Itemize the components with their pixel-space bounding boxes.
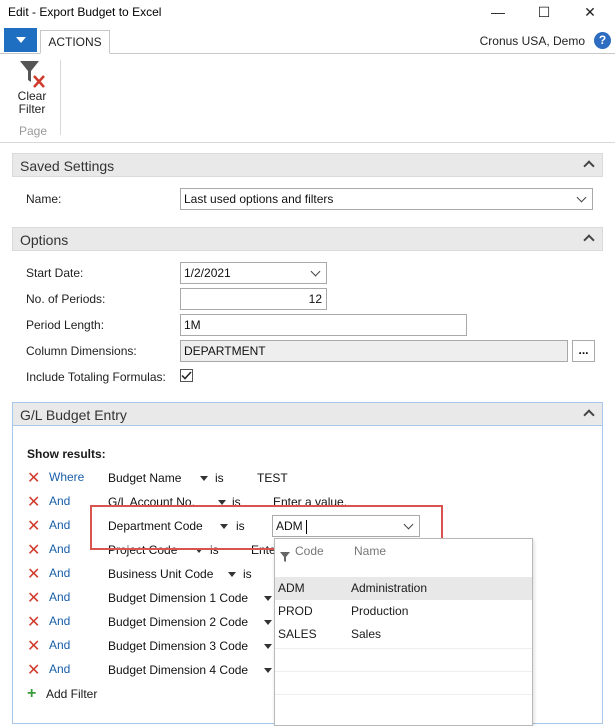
fasttab-caption: G/L Budget Entry <box>20 407 127 423</box>
field-dropdown-icon[interactable] <box>264 596 272 601</box>
field-dropdown-icon[interactable] <box>264 644 272 649</box>
department-lookup-dropdown[interactable]: Code Name ADM Administration PROD Produc… <box>274 538 533 726</box>
filter-conjunction: And <box>49 662 71 676</box>
remove-filter-icon[interactable]: ✕ <box>27 564 40 584</box>
periods-label: No. of Periods: <box>26 292 106 306</box>
filter-conjunction: And <box>49 614 71 628</box>
filter-field-name[interactable]: Budget Name <box>108 471 181 485</box>
remove-filter-icon[interactable]: ✕ <box>27 612 40 632</box>
fasttab-caption: Saved Settings <box>20 158 115 174</box>
app-menu-button[interactable] <box>4 28 37 52</box>
fasttab-saved-settings[interactable]: Saved Settings <box>12 153 603 177</box>
column-header-code[interactable]: Code <box>295 544 324 558</box>
assist-edit-button[interactable]: ... <box>572 340 595 362</box>
name-label: Name: <box>26 192 62 206</box>
maximize-button[interactable]: ☐ <box>521 0 567 26</box>
row-divider <box>275 648 532 649</box>
filter-field-name[interactable]: Budget Dimension 4 Code <box>108 663 248 677</box>
clear-filter-icon <box>20 61 45 88</box>
plus-icon: + <box>27 685 37 702</box>
remove-filter-icon[interactable]: ✕ <box>27 636 40 656</box>
filter-conjunction: And <box>49 566 71 580</box>
chevron-up-icon[interactable] <box>583 234 595 246</box>
chevron-down-icon <box>16 37 26 43</box>
filter-operator: is <box>243 567 252 581</box>
totaling-checkbox[interactable] <box>180 369 193 382</box>
name-select[interactable]: Last used options and filters <box>180 188 593 210</box>
filter-conjunction: And <box>49 494 71 508</box>
filter-conjunction: And <box>49 542 71 556</box>
totaling-label: Include Totaling Formulas: <box>26 370 166 384</box>
filter-field-name[interactable]: Budget Dimension 1 Code <box>108 591 248 605</box>
remove-filter-icon[interactable]: ✕ <box>27 660 40 680</box>
name-select-value: Last used options and filters <box>184 192 334 206</box>
period-length-field[interactable]: 1M <box>180 314 467 336</box>
clear-filter-label-2: Filter <box>18 102 46 116</box>
lookup-code: ADM <box>278 581 305 595</box>
show-results-label: Show results: <box>27 447 106 461</box>
filter-conjunction: And <box>49 518 71 532</box>
filter-operator: is <box>215 471 224 485</box>
department-code-input[interactable]: ADM <box>272 515 420 537</box>
lookup-row[interactable]: SALES Sales <box>275 623 532 646</box>
remove-filter-icon[interactable]: ✕ <box>27 540 40 560</box>
department-code-value: ADM <box>276 519 303 533</box>
lookup-header: Code Name <box>275 539 532 579</box>
lookup-code: PROD <box>278 604 313 618</box>
close-button[interactable]: ✕ <box>567 0 613 26</box>
filter-icon[interactable] <box>279 551 291 563</box>
minimize-button[interactable]: — <box>475 0 521 26</box>
chevron-up-icon[interactable] <box>583 160 595 172</box>
ribbon-group-label: Page <box>19 124 48 138</box>
tab-actions[interactable]: ACTIONS <box>40 30 110 54</box>
column-dimensions-label: Column Dimensions: <box>26 344 137 358</box>
field-dropdown-icon[interactable] <box>264 668 272 673</box>
add-filter-link[interactable]: Add Filter <box>46 687 97 701</box>
clear-filter-button[interactable]: Clear Filter <box>12 58 52 120</box>
chevron-down-icon <box>403 519 414 530</box>
lookup-row[interactable]: ADM Administration <box>275 577 532 600</box>
periods-field[interactable]: 12 <box>180 288 327 310</box>
lookup-row[interactable]: PROD Production <box>275 600 532 623</box>
fasttab-caption: Options <box>20 232 69 248</box>
lookup-name: Production <box>351 604 409 618</box>
remove-filter-icon[interactable]: ✕ <box>27 492 40 512</box>
help-icon[interactable]: ? <box>594 32 611 49</box>
fasttab-options[interactable]: Options <box>12 227 603 251</box>
ribbon-panel <box>0 55 615 143</box>
start-date-label: Start Date: <box>26 266 84 280</box>
ribbon-divider <box>60 60 61 135</box>
text-cursor <box>306 519 308 534</box>
filter-field-name[interactable]: Budget Dimension 2 Code <box>108 615 248 629</box>
window-title: Edit - Export Budget to Excel <box>8 5 162 19</box>
remove-filter-icon[interactable]: ✕ <box>27 516 40 536</box>
chevron-down-icon <box>310 266 321 277</box>
filter-value[interactable]: TEST <box>257 471 288 485</box>
start-date-value: 1/2/2021 <box>184 266 231 280</box>
field-dropdown-icon[interactable] <box>200 476 208 481</box>
field-dropdown-icon[interactable] <box>228 572 236 577</box>
remove-filter-icon[interactable]: ✕ <box>27 588 40 608</box>
remove-filter-icon[interactable]: ✕ <box>27 468 40 488</box>
field-dropdown-icon[interactable] <box>264 620 272 625</box>
period-length-label: Period Length: <box>26 318 105 332</box>
filter-field-name[interactable]: Budget Dimension 3 Code <box>108 639 248 653</box>
filter-conjunction: Where <box>49 470 85 484</box>
start-date-field[interactable]: 1/2/2021 <box>180 262 327 284</box>
filter-conjunction: And <box>49 638 71 652</box>
lookup-code: SALES <box>278 627 317 641</box>
chevron-down-icon <box>576 192 587 203</box>
column-dimensions-field[interactable]: DEPARTMENT <box>180 340 568 362</box>
row-divider <box>275 671 532 672</box>
row-divider <box>275 694 532 695</box>
checkmark-icon <box>181 371 192 380</box>
chevron-up-icon[interactable] <box>583 409 595 421</box>
column-header-name[interactable]: Name <box>354 544 386 558</box>
lookup-name: Sales <box>351 627 382 641</box>
filter-conjunction: And <box>49 590 71 604</box>
company-name: Cronus USA, Demo <box>479 34 585 48</box>
fasttab-gl-budget-entry[interactable]: G/L Budget Entry <box>12 402 603 426</box>
filter-field-name[interactable]: Business Unit Code <box>108 567 213 581</box>
lookup-name: Administration <box>351 581 428 595</box>
